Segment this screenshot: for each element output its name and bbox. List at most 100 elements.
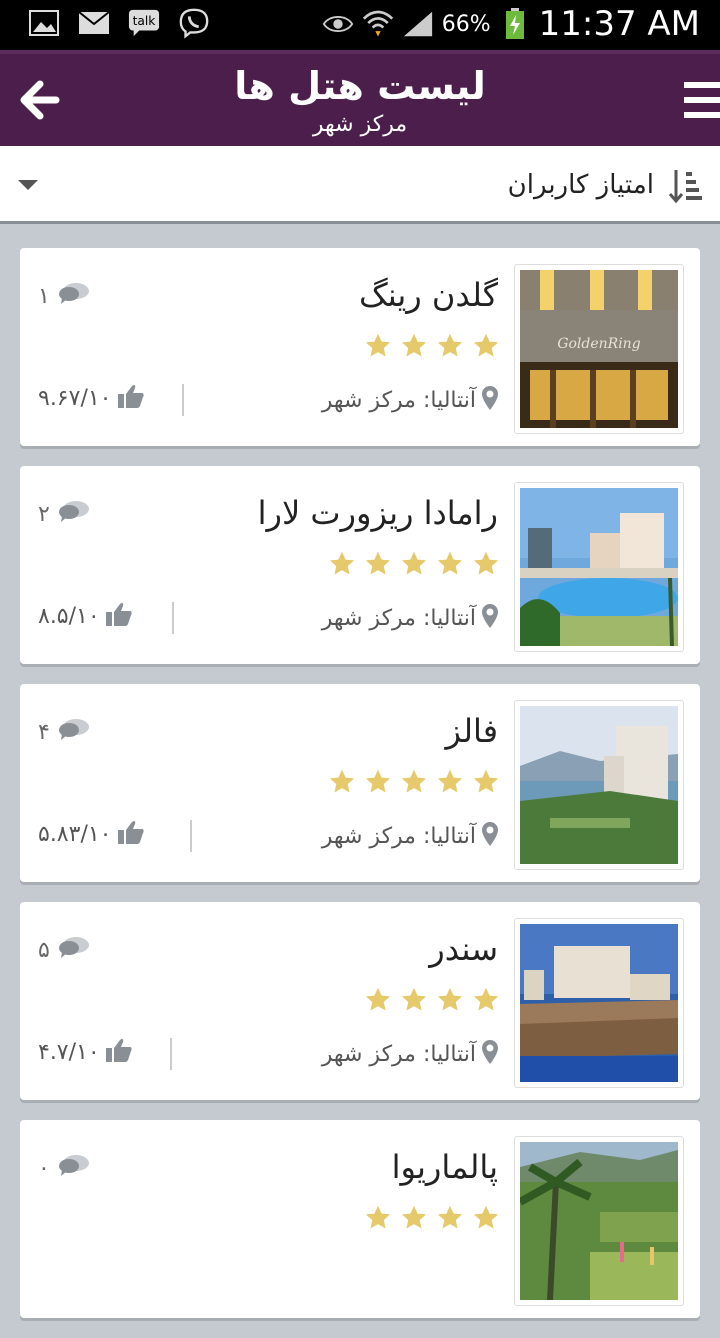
hotel-location: آنتالیا: مرکز شهر	[322, 386, 498, 414]
hotel-location: آنتالیا: مرکز شهر	[322, 822, 498, 850]
star-icon	[400, 550, 428, 578]
star-icon	[328, 550, 356, 578]
comment-bubble-icon	[58, 1154, 90, 1182]
location-pin-icon	[482, 604, 498, 632]
thumbs-up-icon	[117, 384, 144, 412]
comment-count[interactable]: ۱	[38, 282, 90, 310]
location-pin-icon	[482, 386, 498, 414]
star-icon	[364, 986, 392, 1014]
star-icon	[436, 332, 464, 360]
star-rating	[328, 550, 500, 578]
chevron-down-icon	[18, 180, 38, 190]
comment-count-value: ۵	[38, 937, 50, 963]
hotel-name: رامادا ریزورت لارا	[257, 494, 498, 532]
hotel-location: آنتالیا: مرکز شهر	[322, 1040, 498, 1068]
star-rating	[364, 332, 500, 360]
comment-count-value: ۱	[38, 283, 50, 309]
battery-percent: 66%	[441, 11, 491, 37]
star-icon	[364, 1204, 392, 1232]
comment-count[interactable]: ۵	[38, 936, 90, 964]
hotel-name: سندر	[429, 930, 498, 968]
menu-icon[interactable]	[680, 78, 720, 122]
divider	[170, 1038, 172, 1070]
location-text: آنتالیا: مرکز شهر	[321, 823, 476, 849]
comment-count[interactable]: ۰	[38, 1154, 90, 1182]
location-pin-icon	[482, 1040, 498, 1068]
star-icon	[472, 986, 500, 1014]
comment-bubble-icon	[58, 282, 90, 310]
star-rating	[328, 768, 500, 796]
comment-count[interactable]: ۴	[38, 718, 90, 746]
mail-icon	[78, 8, 110, 38]
svg-text:talk: talk	[133, 14, 157, 28]
comment-count-value: ۴	[38, 719, 50, 745]
star-icon	[400, 986, 428, 1014]
hotel-photo: GoldenRing	[514, 264, 684, 434]
sort-icon	[668, 168, 702, 204]
hotel-photo	[514, 1136, 684, 1306]
user-rating: ۴.۷/۱۰	[38, 1038, 132, 1066]
star-icon	[436, 768, 464, 796]
thumbs-up-icon	[105, 1038, 132, 1066]
sort-selector[interactable]: امتیاز کاربران	[0, 146, 720, 224]
comment-count[interactable]: ۲	[38, 500, 90, 528]
divider	[172, 602, 174, 634]
star-icon	[400, 1204, 428, 1232]
location-pin-icon	[482, 822, 498, 850]
hotel-card[interactable]: GoldenRing گلدن رینگ آنتالیا: مرکز شهر ۹.۶۷…	[20, 248, 700, 446]
hotel-name: پالماریوا	[391, 1148, 498, 1186]
star-icon	[436, 1204, 464, 1232]
user-rating: ۵.۸۳/۱۰	[38, 820, 144, 848]
hotel-card[interactable]: فالز آنتالیا: مرکز شهر ۵.۸۳/۱۰ ۴	[20, 684, 700, 882]
sort-label: امتیاز کاربران	[507, 170, 654, 200]
hotel-photo	[514, 482, 684, 652]
thumbs-up-icon	[117, 820, 144, 848]
comment-bubble-icon	[58, 936, 90, 964]
star-icon	[364, 332, 392, 360]
eye-icon	[322, 9, 354, 39]
page-subtitle: مرکز شهر	[312, 112, 408, 137]
rating-value: ۴.۷/۱۰	[38, 1039, 100, 1065]
star-rating	[364, 1204, 500, 1232]
divider	[190, 820, 192, 852]
page-title: لیست هتل ها	[234, 64, 486, 108]
hotel-card[interactable]: رامادا ریزورت لارا آنتالیا: مرکز شهر ۸.۵/۱…	[20, 466, 700, 664]
star-icon	[436, 550, 464, 578]
hotel-card[interactable]: سندر آنتالیا: مرکز شهر ۴.۷/۱۰ ۵	[20, 902, 700, 1100]
viber-icon	[178, 8, 210, 39]
star-rating	[364, 986, 500, 1014]
rating-value: ۹.۶۷/۱۰	[38, 385, 112, 411]
star-icon	[400, 332, 428, 360]
hotel-photo	[514, 700, 684, 870]
user-rating: ۸.۵/۱۰	[38, 602, 132, 630]
divider	[182, 384, 184, 416]
svg-text:GoldenRing: GoldenRing	[557, 336, 640, 352]
star-icon	[472, 768, 500, 796]
star-icon	[364, 768, 392, 796]
wifi-icon	[362, 9, 394, 39]
rating-value: ۸.۵/۱۰	[38, 603, 100, 629]
hotel-list: GoldenRing گلدن رینگ آنتالیا: مرکز شهر ۹.۶۷…	[20, 248, 700, 1338]
star-icon	[472, 550, 500, 578]
hotel-name: گلدن رینگ	[359, 276, 498, 314]
hotel-card[interactable]: پالماریوا ۰	[20, 1120, 700, 1318]
star-icon	[364, 550, 392, 578]
location-text: آنتالیا: مرکز شهر	[321, 1041, 476, 1067]
hotel-location: آنتالیا: مرکز شهر	[322, 604, 498, 632]
signal-icon	[402, 9, 434, 39]
rating-value: ۵.۸۳/۱۰	[38, 821, 112, 847]
app-bar: لیست هتل ها مرکز شهر	[0, 50, 720, 146]
hotel-photo	[514, 918, 684, 1088]
gallery-icon	[28, 8, 60, 38]
star-icon	[472, 332, 500, 360]
battery-icon	[499, 8, 531, 39]
comment-count-value: ۰	[38, 1155, 50, 1181]
star-icon	[472, 1204, 500, 1232]
clock: 11:37 AM	[538, 4, 700, 44]
thumbs-up-icon	[105, 602, 132, 630]
status-bar: talk 66% 11:37 AM	[0, 0, 720, 50]
comment-count-value: ۲	[38, 501, 50, 527]
comment-bubble-icon	[58, 718, 90, 746]
star-icon	[436, 986, 464, 1014]
talk-icon: talk	[128, 8, 160, 38]
